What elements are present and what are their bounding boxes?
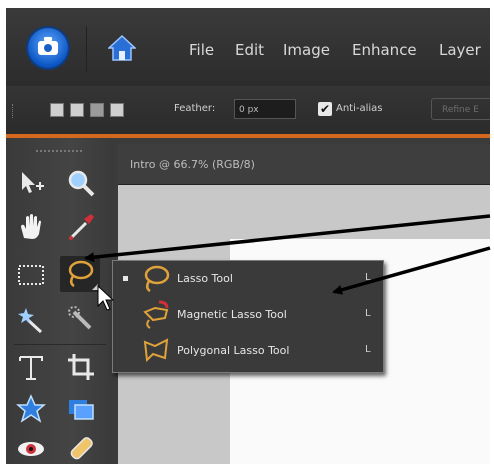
eyedropper-icon[interactable] <box>66 212 96 242</box>
flyout-item-shortcut: L <box>365 344 371 355</box>
flyout-item-label: Polygonal Lasso Tool <box>177 344 290 357</box>
flyout-indicator-icon <box>92 284 98 290</box>
organizer-button[interactable] <box>24 26 72 72</box>
magnetic-lasso-icon <box>143 300 169 329</box>
toolbox <box>6 138 114 464</box>
hand-icon[interactable] <box>16 212 46 242</box>
crop-icon[interactable] <box>66 352 96 382</box>
flyout-item-label: Magnetic Lasso Tool <box>177 308 287 321</box>
toolbox-grip[interactable] <box>36 150 82 154</box>
flyout-item-magnetic-lasso[interactable]: Magnetic Lasso Tool L <box>113 297 383 333</box>
flyout-item-polygonal-lasso[interactable]: Polygonal Lasso Tool L <box>113 333 383 369</box>
flyout-item-label: Lasso Tool <box>177 272 233 285</box>
document-tab[interactable]: Intro @ 66.7% (RGB/8) <box>118 144 490 185</box>
magic-wand-icon[interactable] <box>16 304 46 334</box>
lasso-tools-flyout: Lasso Tool L Magnetic Lasso Tool L Polyg… <box>112 260 384 373</box>
feather-input[interactable]: 0 px <box>234 99 296 119</box>
home-icon <box>108 34 136 61</box>
menu-bar: File Edit Image Enhance Layer <box>6 8 490 86</box>
lasso-tool-button[interactable] <box>60 256 100 292</box>
tool-options-bar: Feather: 0 px ✔ Anti-alias Refine E <box>6 86 490 134</box>
polygonal-lasso-icon <box>143 338 169 363</box>
antialias-checkbox[interactable]: ✔ <box>318 102 332 116</box>
flyout-item-shortcut: L <box>365 308 371 319</box>
recompose-icon[interactable] <box>66 394 96 424</box>
options-grip[interactable] <box>12 104 17 118</box>
new-selection-icon[interactable] <box>50 103 64 117</box>
active-tool-marker <box>123 276 128 281</box>
menu-image[interactable]: Image <box>283 41 330 59</box>
move-icon[interactable] <box>16 168 46 198</box>
menu-file[interactable]: File <box>189 41 214 59</box>
zoom-icon[interactable] <box>66 168 96 198</box>
feather-label: Feather: <box>174 103 216 114</box>
shape-icon[interactable] <box>15 394 47 424</box>
document-title: Intro @ 66.7% (RGB/8) <box>130 158 255 171</box>
quick-selection-icon[interactable] <box>66 304 96 334</box>
marquee-icon[interactable] <box>16 260 46 290</box>
add-selection-icon[interactable] <box>70 103 84 117</box>
healing-icon[interactable] <box>66 434 96 464</box>
antialias-label: Anti-alias <box>336 103 383 114</box>
menu-edit[interactable]: Edit <box>235 41 264 59</box>
home-button[interactable] <box>86 26 146 72</box>
subtract-selection-icon[interactable] <box>90 103 104 117</box>
intersect-selection-icon[interactable] <box>110 103 124 117</box>
menu-enhance[interactable]: Enhance <box>352 41 417 59</box>
app-window: File Edit Image Enhance Layer Feather: 0… <box>6 8 490 464</box>
flyout-item-lasso[interactable]: Lasso Tool L <box>113 261 383 297</box>
red-eye-icon[interactable] <box>16 434 46 464</box>
refine-edge-button[interactable]: Refine E <box>431 98 490 120</box>
lasso-icon <box>144 265 170 293</box>
menu-layer[interactable]: Layer <box>439 41 481 59</box>
type-icon[interactable] <box>16 352 46 382</box>
flyout-item-shortcut: L <box>365 272 371 283</box>
lasso-icon <box>68 260 94 288</box>
